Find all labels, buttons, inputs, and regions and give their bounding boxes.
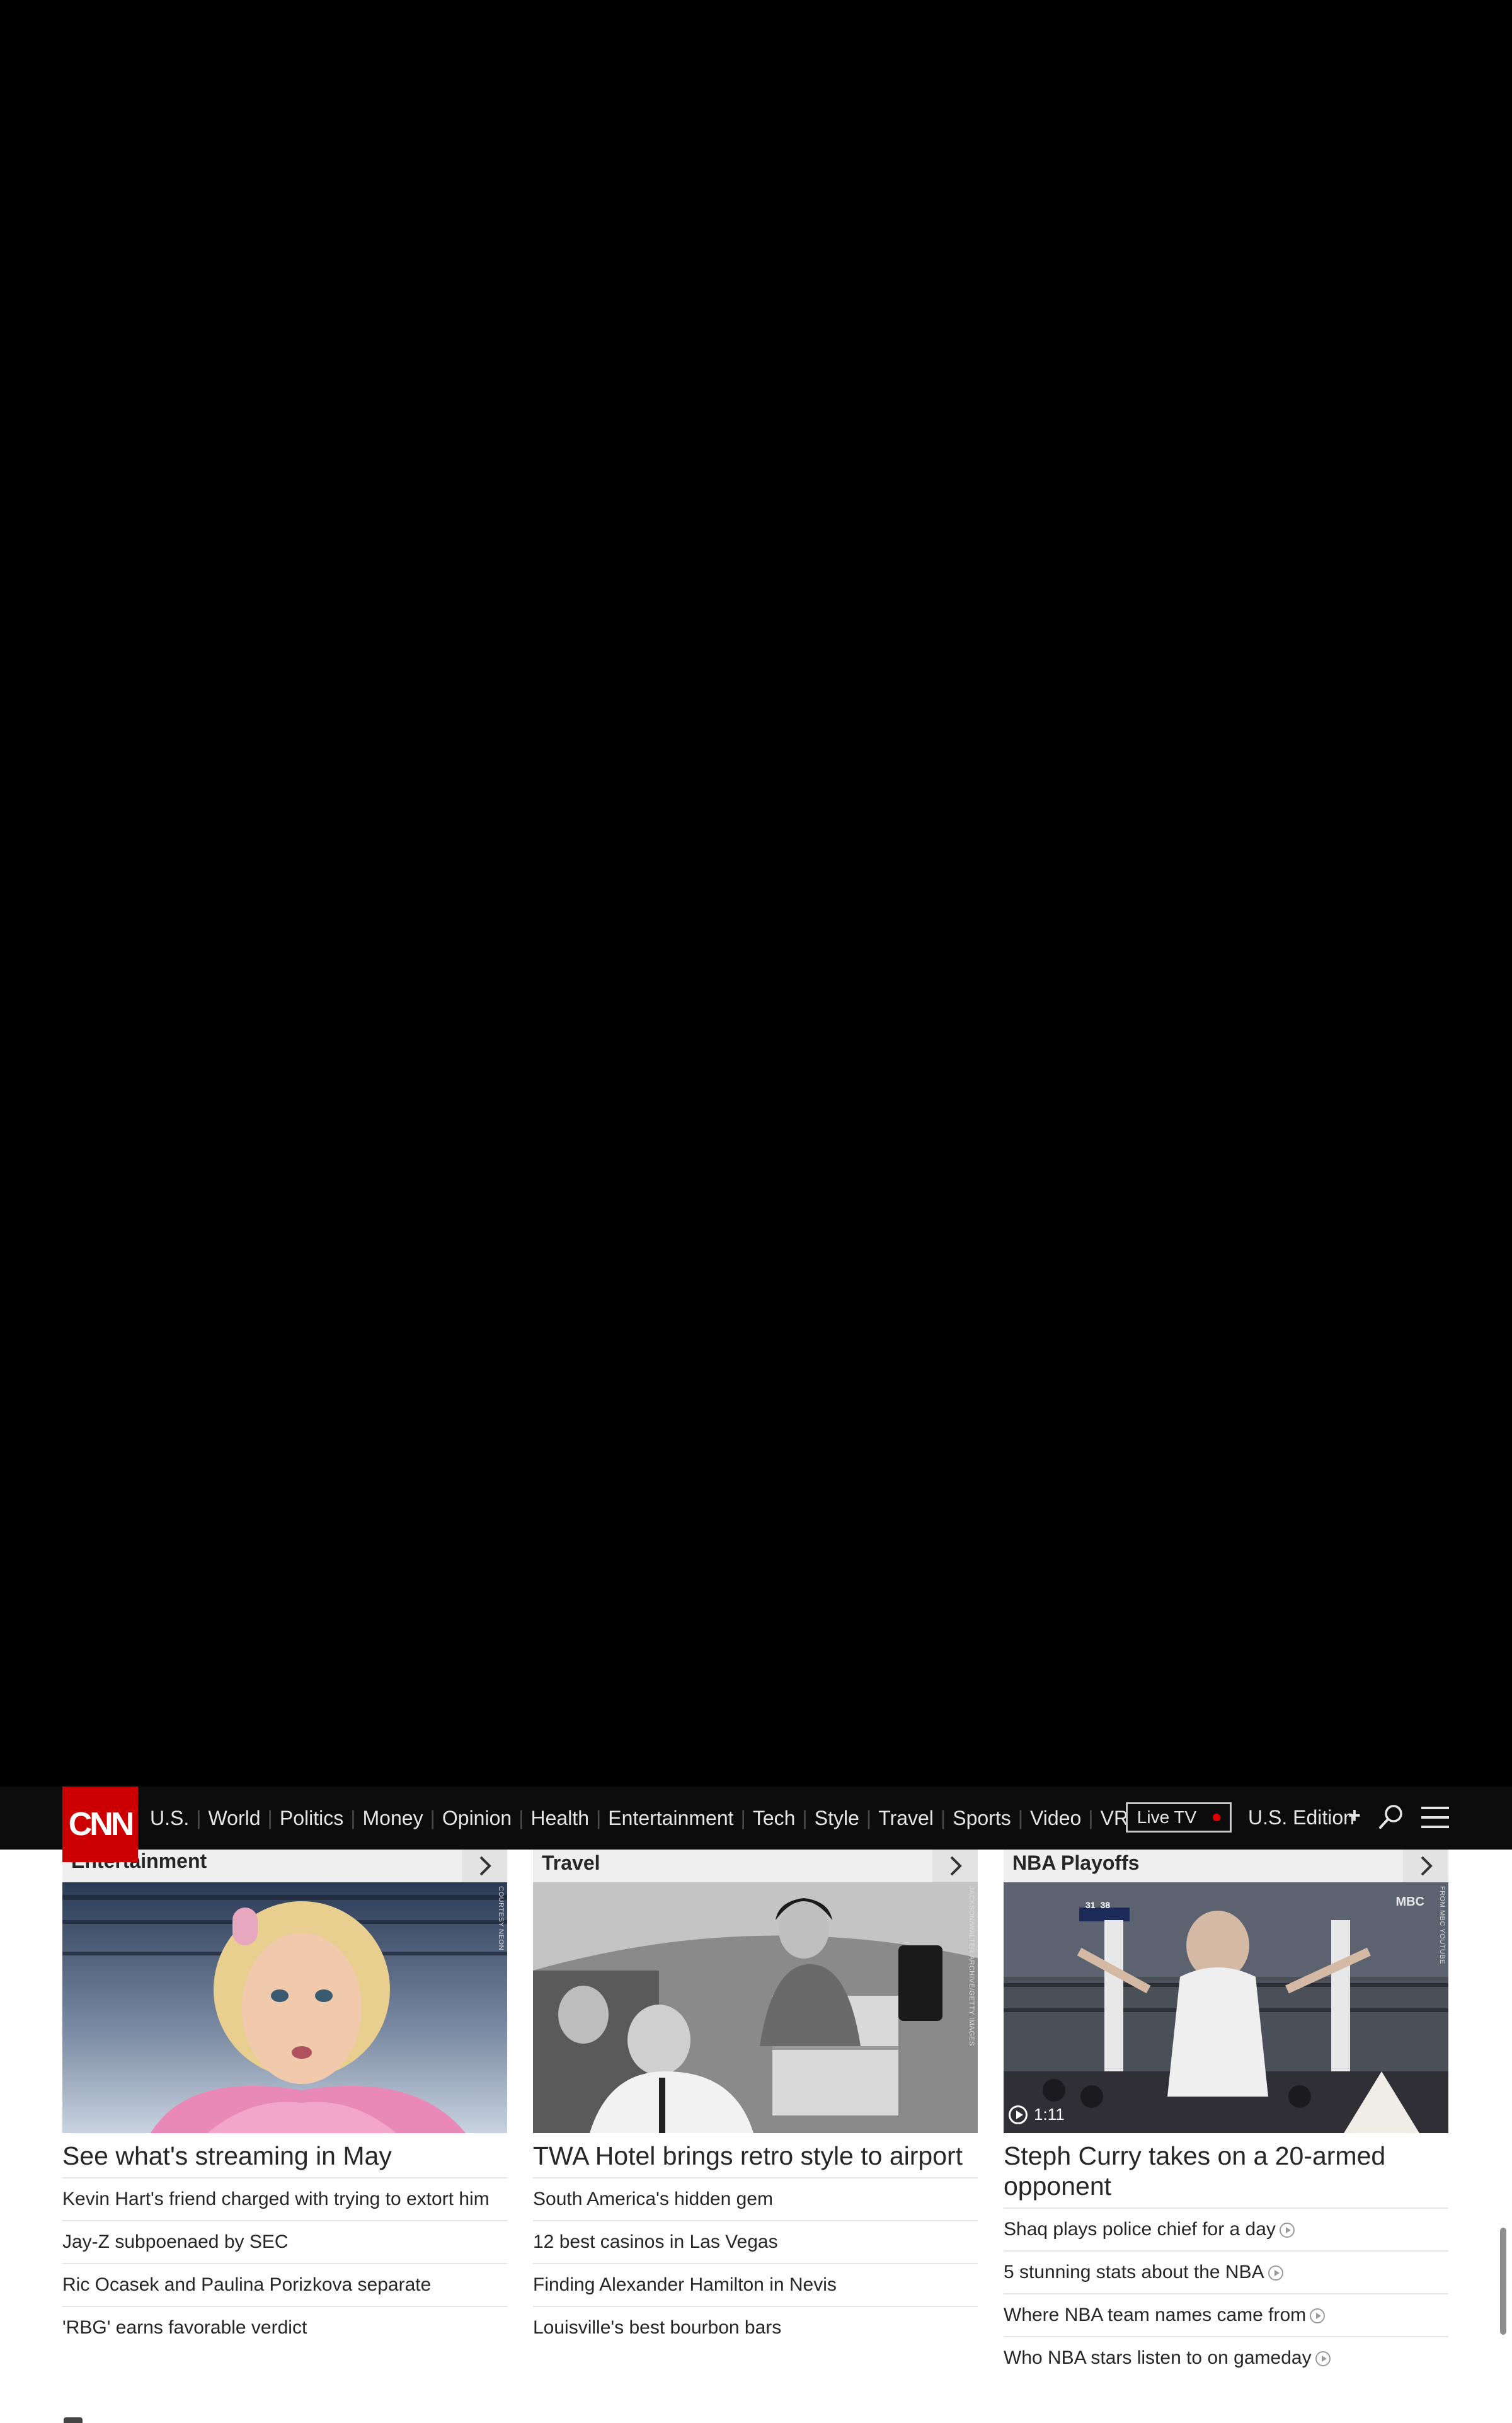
nav-links: U.S. | World | Politics | Money | Opinion | H… bbox=[150, 1806, 1129, 1830]
scoreboard-score-2: 38 bbox=[1100, 1900, 1111, 1910]
image-credit: FROM MBC YOUTUBE bbox=[1438, 1886, 1446, 1964]
nav-world[interactable]: World bbox=[209, 1807, 261, 1830]
section-header[interactable]: NBA Playoffs bbox=[1004, 1850, 1448, 1882]
scrollbar-thumb[interactable] bbox=[1500, 2228, 1506, 2335]
list-item[interactable]: Where NBA team names came from bbox=[1004, 2294, 1448, 2337]
video-thumbnail[interactable]: FROM MBC YOUTUBE 31 38 MBC 1:11 bbox=[1004, 1882, 1448, 2133]
chevron-right-icon[interactable] bbox=[932, 1850, 978, 1882]
list-item[interactable]: Shaq plays police chief for a day bbox=[1004, 2209, 1448, 2252]
edition-plus-icon[interactable]: + bbox=[1348, 1804, 1361, 1828]
story-image[interactable]: COURTESY NEON bbox=[62, 1882, 507, 2133]
story-list: South America's hidden gem 12 best casin… bbox=[533, 2178, 978, 2349]
story-image[interactable]: JACKSON/WALTER ARCHIVE/GETTY IMAGES bbox=[533, 1882, 978, 2133]
play-icon bbox=[1009, 2105, 1028, 2124]
scoreboard-score-1: 31 bbox=[1085, 1900, 1096, 1910]
list-item[interactable]: Louisville's best bourbon bars bbox=[533, 2307, 978, 2349]
chevron-right-icon[interactable] bbox=[462, 1850, 507, 1882]
video-player-area[interactable] bbox=[0, 0, 1512, 1787]
nav-politics[interactable]: Politics bbox=[280, 1807, 343, 1830]
live-tv-button[interactable]: Live TV bbox=[1126, 1802, 1232, 1833]
video-play-icon bbox=[1310, 2308, 1326, 2323]
nav-style[interactable]: Style bbox=[815, 1807, 859, 1830]
list-item[interactable]: 12 best casinos in Las Vegas bbox=[533, 2221, 978, 2264]
list-item[interactable]: Ric Ocasek and Paulina Porizkova separat… bbox=[62, 2264, 507, 2307]
list-item[interactable]: Finding Alexander Hamilton in Nevis bbox=[533, 2264, 978, 2307]
section-nba-playoffs: NBA Playoffs FROM MBC YOUTUBE 31 38 MBC bbox=[1004, 1850, 1448, 2379]
video-duration-badge: 1:11 bbox=[1009, 2105, 1065, 2124]
edition-picker[interactable]: U.S. Edition bbox=[1248, 1806, 1354, 1829]
nav-entertainment[interactable]: Entertainment bbox=[608, 1807, 733, 1830]
list-item[interactable]: South America's hidden gem bbox=[533, 2178, 978, 2221]
image-credit: COURTESY NEON bbox=[497, 1886, 505, 1951]
story-list: Shaq plays police chief for a day 5 stun… bbox=[1004, 2209, 1448, 2379]
list-item[interactable]: Jay-Z subpoenaed by SEC bbox=[62, 2221, 507, 2264]
story-list: Kevin Hart's friend charged with trying … bbox=[62, 2178, 507, 2349]
section-travel: Travel JACKSON/WALTER ARCHIVE/GETTY IMAG… bbox=[533, 1850, 978, 2349]
nav-us[interactable]: U.S. bbox=[150, 1807, 189, 1830]
next-section-peek bbox=[64, 2417, 83, 2423]
section-title[interactable]: Travel bbox=[542, 1851, 600, 1874]
video-play-icon bbox=[1315, 2351, 1331, 2366]
nav-travel[interactable]: Travel bbox=[878, 1807, 934, 1830]
headline-link[interactable]: Steph Curry takes on a 20-armed opponent bbox=[1004, 2141, 1448, 2209]
list-item-text[interactable]: Shaq plays police chief for a day bbox=[1004, 2219, 1276, 2240]
section-header[interactable]: Travel bbox=[533, 1850, 978, 1882]
nav-tech[interactable]: Tech bbox=[753, 1807, 796, 1830]
list-item[interactable]: 'RBG' earns favorable verdict bbox=[62, 2307, 507, 2349]
nav-health[interactable]: Health bbox=[530, 1807, 589, 1830]
list-item[interactable]: Kevin Hart's friend charged with trying … bbox=[62, 2178, 507, 2221]
nav-sports[interactable]: Sports bbox=[953, 1807, 1011, 1830]
live-tv-label: Live TV bbox=[1137, 1807, 1197, 1827]
image-credit: JACKSON/WALTER ARCHIVE/GETTY IMAGES bbox=[968, 1886, 975, 2046]
list-item[interactable]: Who NBA stars listen to on gameday bbox=[1004, 2337, 1448, 2379]
video-play-icon bbox=[1279, 2223, 1295, 2238]
section-title[interactable]: NBA Playoffs bbox=[1012, 1851, 1140, 1874]
chevron-right-icon[interactable] bbox=[1403, 1850, 1448, 1882]
nav-opinion[interactable]: Opinion bbox=[442, 1807, 512, 1830]
video-play-icon bbox=[1268, 2265, 1283, 2281]
hamburger-menu-icon[interactable] bbox=[1421, 1807, 1449, 1828]
cnn-logo[interactable]: CNN bbox=[62, 1787, 138, 1862]
nav-money[interactable]: Money bbox=[363, 1807, 423, 1830]
video-duration: 1:11 bbox=[1034, 2105, 1065, 2124]
headline-link[interactable]: TWA Hotel brings retro style to airport bbox=[533, 2141, 978, 2178]
headline-link[interactable]: See what's streaming in May bbox=[62, 2141, 507, 2178]
search-icon[interactable] bbox=[1377, 1803, 1405, 1831]
list-item-text[interactable]: Where NBA team names came from bbox=[1004, 2305, 1306, 2325]
channel-watermark: MBC bbox=[1395, 1895, 1424, 1909]
list-item-text[interactable]: 5 stunning stats about the NBA bbox=[1004, 2262, 1264, 2282]
list-item-text[interactable]: Who NBA stars listen to on gameday bbox=[1004, 2347, 1312, 2368]
nav-video[interactable]: Video bbox=[1030, 1807, 1081, 1830]
scoreboard-overlay: 31 38 bbox=[1085, 1900, 1110, 1910]
section-entertainment: Entertainment COURTESY NEON See what's s… bbox=[62, 1850, 507, 2349]
nav-vr[interactable]: VR bbox=[1101, 1807, 1128, 1830]
live-indicator-icon bbox=[1213, 1814, 1221, 1821]
list-item[interactable]: 5 stunning stats about the NBA bbox=[1004, 2252, 1448, 2294]
